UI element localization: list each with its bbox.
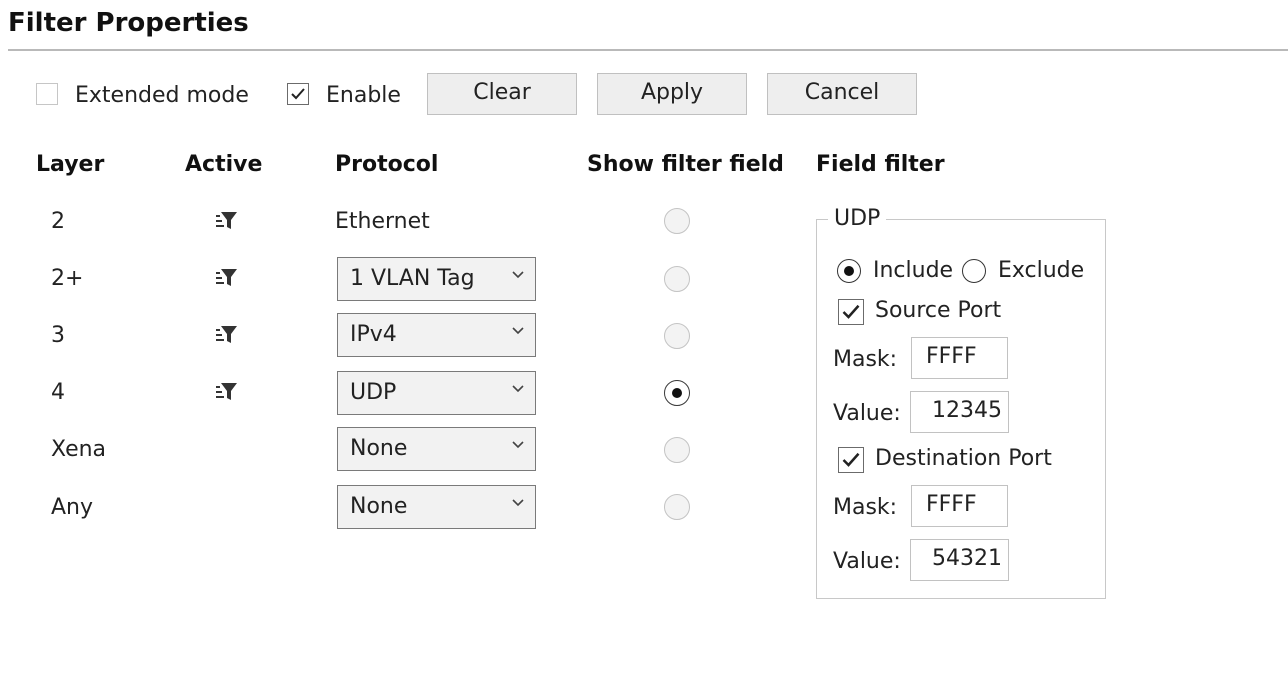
protocol-text: Ethernet bbox=[335, 209, 430, 234]
column-header-protocol: Protocol bbox=[335, 152, 439, 177]
filter-icon bbox=[216, 326, 237, 343]
protocol-select[interactable]: None bbox=[337, 427, 536, 471]
chevron-down-icon bbox=[512, 327, 524, 335]
enable-label[interactable]: Enable bbox=[326, 83, 401, 108]
cancel-button[interactable]: Cancel bbox=[767, 73, 917, 115]
radio-dot-icon bbox=[672, 388, 682, 398]
filter-icon bbox=[216, 269, 237, 286]
include-radio[interactable] bbox=[837, 259, 861, 283]
checkmark-icon bbox=[842, 452, 860, 467]
filter-icon bbox=[216, 383, 237, 400]
show-filter-field-radio-selected[interactable] bbox=[664, 380, 690, 406]
page-title: Filter Properties bbox=[8, 8, 249, 38]
exclude-radio[interactable] bbox=[962, 259, 986, 283]
source-value-input[interactable]: 12345 bbox=[910, 391, 1009, 433]
enable-checkbox[interactable] bbox=[287, 83, 309, 105]
radio-dot-icon bbox=[844, 266, 854, 276]
show-filter-field-radio[interactable] bbox=[664, 208, 690, 234]
column-header-show-filter-field: Show filter field bbox=[587, 152, 784, 177]
layer-cell: 2 bbox=[51, 209, 65, 234]
include-label[interactable]: Include bbox=[873, 258, 953, 283]
apply-button[interactable]: Apply bbox=[597, 73, 747, 115]
chevron-down-icon bbox=[512, 385, 524, 393]
protocol-select[interactable]: UDP bbox=[337, 371, 536, 415]
destination-value-label: Value: bbox=[833, 549, 901, 574]
destination-port-label[interactable]: Destination Port bbox=[875, 446, 1052, 471]
column-header-field-filter: Field filter bbox=[816, 152, 945, 177]
source-mask-input[interactable]: FFFF bbox=[911, 337, 1008, 379]
protocol-select-value: None bbox=[350, 494, 408, 519]
destination-port-checkbox[interactable] bbox=[838, 447, 864, 473]
field-filter-group-title: UDP bbox=[828, 206, 887, 231]
protocol-select-value: UDP bbox=[350, 380, 397, 405]
source-port-checkbox[interactable] bbox=[838, 299, 864, 325]
protocol-select-value: None bbox=[350, 436, 408, 461]
protocol-select[interactable]: IPv4 bbox=[337, 313, 536, 357]
exclude-label[interactable]: Exclude bbox=[998, 258, 1084, 283]
show-filter-field-radio[interactable] bbox=[664, 494, 690, 520]
protocol-select-value: 1 VLAN Tag bbox=[350, 266, 475, 291]
show-filter-field-radio[interactable] bbox=[664, 323, 690, 349]
chevron-down-icon bbox=[512, 499, 524, 507]
layer-cell: 4 bbox=[51, 380, 65, 405]
destination-mask-input[interactable]: FFFF bbox=[911, 485, 1008, 527]
source-value-label: Value: bbox=[833, 401, 901, 426]
layer-cell: 3 bbox=[51, 323, 65, 348]
extended-mode-checkbox[interactable] bbox=[36, 83, 58, 105]
protocol-select-value: IPv4 bbox=[350, 322, 397, 347]
chevron-down-icon bbox=[512, 441, 524, 449]
checkmark-icon bbox=[842, 304, 860, 319]
source-port-label[interactable]: Source Port bbox=[875, 298, 1001, 323]
layer-cell: Any bbox=[51, 495, 94, 520]
protocol-select[interactable]: None bbox=[337, 485, 536, 529]
column-header-active: Active bbox=[185, 152, 263, 177]
clear-button[interactable]: Clear bbox=[427, 73, 577, 115]
checkmark-icon bbox=[291, 88, 305, 100]
chevron-down-icon bbox=[512, 271, 524, 279]
column-header-layer: Layer bbox=[36, 152, 105, 177]
show-filter-field-radio[interactable] bbox=[664, 437, 690, 463]
source-mask-label: Mask: bbox=[833, 347, 898, 372]
show-filter-field-radio[interactable] bbox=[664, 266, 690, 292]
layer-cell: Xena bbox=[51, 437, 107, 462]
layer-cell: 2+ bbox=[51, 266, 84, 291]
title-divider bbox=[8, 49, 1288, 51]
filter-icon bbox=[216, 212, 237, 229]
extended-mode-label[interactable]: Extended mode bbox=[75, 83, 249, 108]
destination-mask-label: Mask: bbox=[833, 495, 898, 520]
destination-value-input[interactable]: 54321 bbox=[910, 539, 1009, 581]
protocol-select[interactable]: 1 VLAN Tag bbox=[337, 257, 536, 301]
